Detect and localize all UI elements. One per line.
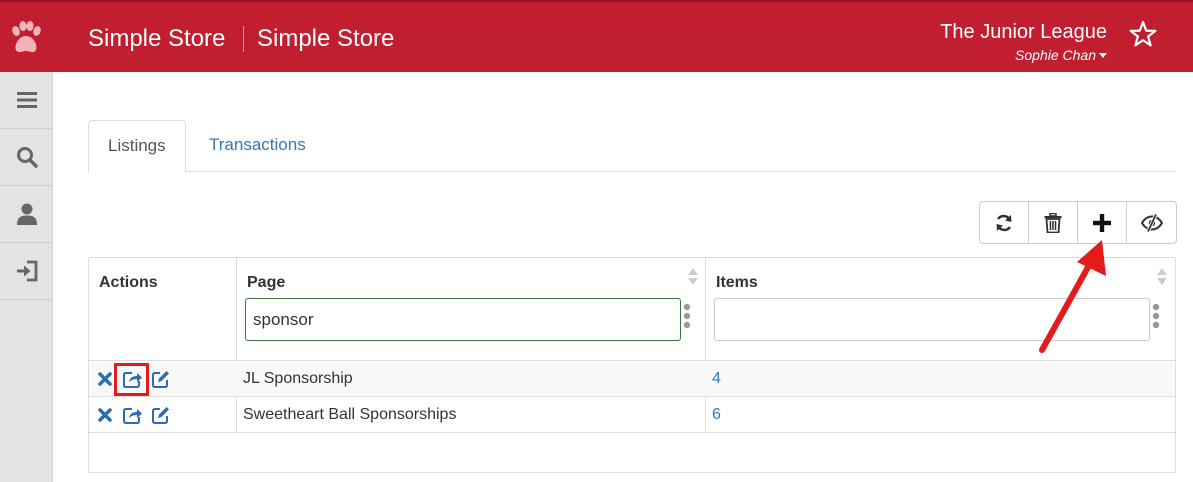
user-menu-dropdown[interactable]: Sophie Chan bbox=[1015, 46, 1107, 64]
edit-icon bbox=[152, 371, 169, 388]
items-filter-menu-icon[interactable] bbox=[1152, 303, 1160, 329]
sidebar-user-button[interactable] bbox=[0, 186, 53, 243]
delete-x-icon bbox=[98, 372, 112, 386]
refresh-button[interactable] bbox=[980, 202, 1029, 243]
annotation-highlight-box bbox=[114, 363, 149, 396]
toggle-columns-button[interactable] bbox=[1127, 202, 1176, 243]
sort-arrows-icon[interactable] bbox=[688, 268, 698, 286]
eye-slash-icon bbox=[1140, 213, 1163, 232]
edit-icon bbox=[152, 407, 169, 424]
app-header: Simple Store Simple Store The Junior Lea… bbox=[0, 0, 1193, 72]
row-actions bbox=[95, 405, 171, 425]
sign-in-icon bbox=[16, 260, 37, 282]
items-count-link[interactable]: 4 bbox=[712, 370, 721, 388]
table-toolbar bbox=[979, 201, 1177, 244]
tab-transactions[interactable]: Transactions bbox=[190, 120, 325, 172]
paw-icon[interactable] bbox=[8, 18, 44, 58]
title-divider bbox=[243, 26, 244, 52]
page-filter-menu-icon[interactable] bbox=[683, 303, 691, 329]
sort-arrows-icon[interactable] bbox=[1157, 268, 1167, 286]
column-header-page[interactable]: Page bbox=[247, 274, 285, 292]
star-outline-icon[interactable] bbox=[1129, 20, 1157, 48]
user-icon bbox=[16, 203, 37, 225]
tab-listings[interactable]: Listings bbox=[88, 120, 186, 173]
delete-button[interactable] bbox=[1029, 202, 1078, 243]
organization-name: The Junior League bbox=[940, 21, 1107, 43]
sidebar-menu-button[interactable] bbox=[0, 72, 53, 129]
edit-row-button[interactable] bbox=[151, 369, 171, 389]
refresh-icon bbox=[996, 214, 1012, 231]
sidebar bbox=[0, 72, 53, 482]
delete-row-button[interactable] bbox=[95, 405, 115, 425]
table-row: Sweetheart Ball Sponsorships 6 bbox=[89, 396, 1175, 432]
hamburger-menu-icon bbox=[16, 92, 37, 108]
page-cell: Sweetheart Ball Sponsorships bbox=[243, 406, 457, 423]
sidebar-search-button[interactable] bbox=[0, 129, 53, 186]
share-row-button[interactable] bbox=[123, 405, 143, 425]
delete-row-button[interactable] bbox=[95, 369, 115, 389]
items-count-link[interactable]: 6 bbox=[712, 406, 721, 424]
items-filter-input[interactable] bbox=[714, 298, 1150, 341]
listings-table: Actions Page Items bbox=[88, 257, 1176, 473]
share-icon bbox=[123, 408, 142, 424]
table-bottom-border bbox=[89, 432, 1175, 433]
column-header-actions: Actions bbox=[99, 274, 158, 291]
sidebar-sign-in-button[interactable] bbox=[0, 243, 53, 300]
trash-icon bbox=[1044, 212, 1062, 233]
tab-bar: Listings Transactions bbox=[88, 120, 1176, 173]
edit-row-button[interactable] bbox=[151, 405, 171, 425]
table-row: JL Sponsorship 4 bbox=[89, 360, 1175, 396]
column-header-items[interactable]: Items bbox=[716, 274, 758, 292]
add-listing-button[interactable] bbox=[1078, 202, 1127, 243]
app-title[interactable]: Simple Store bbox=[88, 24, 225, 54]
app-subtitle[interactable]: Simple Store bbox=[257, 24, 394, 54]
delete-x-icon bbox=[98, 408, 112, 422]
plus-icon bbox=[1093, 213, 1111, 232]
page-filter-input[interactable] bbox=[245, 298, 681, 341]
search-icon bbox=[16, 147, 38, 168]
caret-down-icon bbox=[1099, 53, 1107, 58]
page-cell: JL Sponsorship bbox=[243, 370, 353, 387]
user-name: Sophie Chan bbox=[1015, 47, 1096, 63]
